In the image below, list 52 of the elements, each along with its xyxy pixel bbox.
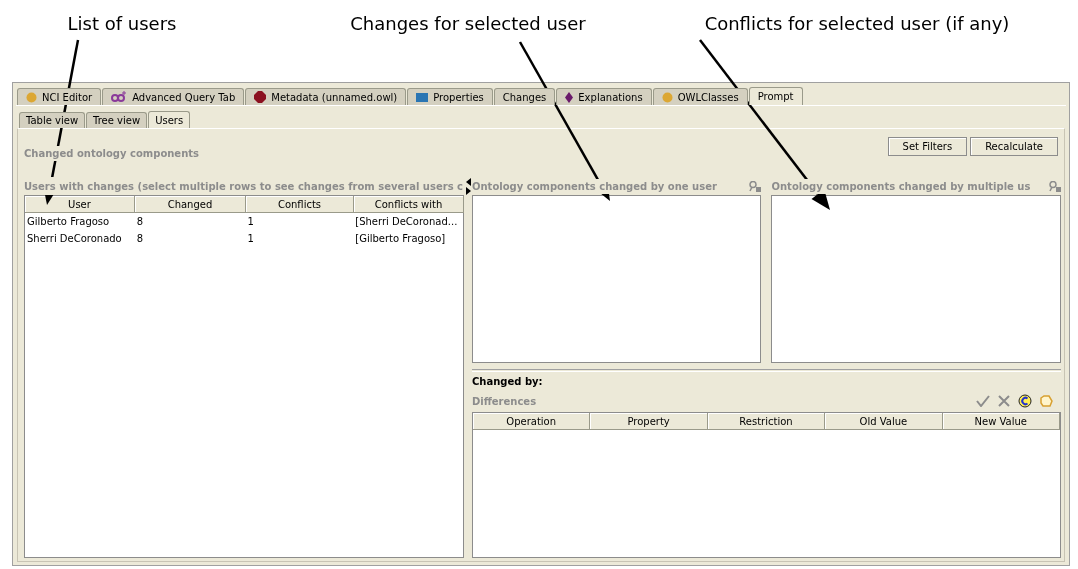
toolbar-button[interactable]: Recalculate bbox=[970, 137, 1058, 156]
column-header[interactable]: Changed bbox=[135, 196, 246, 213]
panel-title: Ontology components changed by one user bbox=[472, 178, 717, 194]
diamond-icon bbox=[565, 91, 574, 103]
tab[interactable]: OWLClasses bbox=[652, 88, 748, 105]
column-header[interactable]: Property bbox=[590, 413, 708, 430]
column-header[interactable]: User bbox=[25, 196, 135, 213]
tab[interactable]: Prompt bbox=[748, 87, 803, 105]
panel-title: Users with changes (select multiple rows to see changes from several users c bbox=[24, 177, 464, 195]
splitter-arrows-icon bbox=[465, 177, 471, 195]
tab[interactable]: Changes bbox=[493, 88, 556, 105]
table-cell-text: 8 bbox=[135, 232, 145, 246]
binoculars-icon bbox=[111, 91, 128, 103]
column-header[interactable]: Operation bbox=[473, 413, 591, 430]
toolbar-button[interactable]: Set Filters bbox=[887, 137, 968, 156]
changed-by-label: Changed by: bbox=[472, 374, 544, 389]
view-tab[interactable]: Table view bbox=[19, 112, 86, 128]
table-cell-text: 1 bbox=[246, 215, 255, 229]
tab[interactable]: Explanations bbox=[556, 88, 652, 105]
view-tab[interactable]: Users bbox=[148, 111, 191, 128]
column-header[interactable]: Old Value bbox=[825, 413, 943, 430]
column-header[interactable]: New Value bbox=[942, 413, 1060, 430]
annotation-label: Changes for selected user bbox=[350, 12, 586, 36]
user-search-icon bbox=[749, 180, 762, 192]
panel-title: Differences bbox=[472, 394, 537, 409]
circled-c-icon bbox=[1017, 394, 1032, 408]
tab[interactable]: NCI Editor bbox=[17, 88, 102, 105]
tag-icon bbox=[1039, 395, 1053, 407]
cross-icon bbox=[997, 395, 1010, 407]
column-header[interactable]: Conflicts bbox=[246, 196, 354, 213]
table-cell-text: 1 bbox=[246, 232, 255, 246]
tab[interactable]: Properties bbox=[407, 88, 493, 105]
user-search-icon bbox=[1048, 180, 1061, 192]
octagon-icon bbox=[254, 91, 267, 103]
circle-icon bbox=[661, 91, 673, 103]
column-header[interactable]: Conflicts with bbox=[354, 196, 464, 213]
table-cell-text: [Sherri DeCoronad... bbox=[354, 215, 459, 229]
tab[interactable]: Advanced Query Tab bbox=[102, 88, 245, 105]
panel-title: Ontology components changed by multiple us bbox=[771, 178, 1031, 194]
table-cell-text: Gilberto Fragoso bbox=[26, 215, 111, 229]
annotation-label: Conflicts for selected user (if any) bbox=[704, 12, 1010, 36]
annotation-label: List of users bbox=[67, 12, 177, 36]
table-cell-text: 8 bbox=[135, 215, 145, 229]
circle-icon bbox=[26, 91, 37, 103]
column-header[interactable]: Restriction bbox=[707, 413, 826, 430]
table-cell-text: [Gilberto Fragoso] bbox=[354, 232, 447, 246]
view-tab[interactable]: Tree view bbox=[86, 112, 148, 128]
table-cell-text: Sherri DeCoronado bbox=[26, 232, 123, 246]
section-title: Changed ontology components bbox=[24, 146, 199, 161]
checkmark-icon bbox=[975, 395, 990, 407]
tab[interactable]: Metadata (unnamed.owl) bbox=[245, 88, 407, 105]
rectangle-icon bbox=[416, 92, 429, 102]
